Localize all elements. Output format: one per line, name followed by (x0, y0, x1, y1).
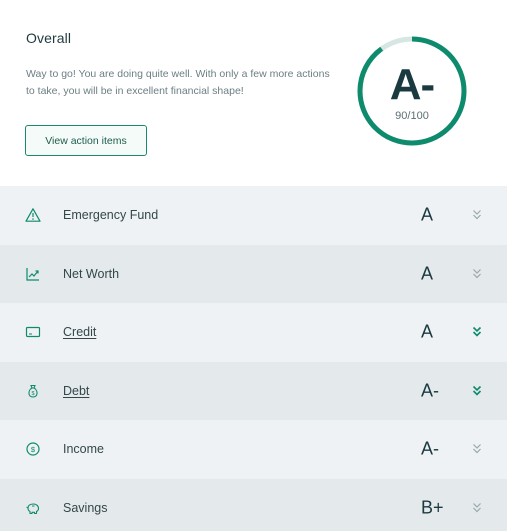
category-list: Emergency Fund A Net Worth A Credit A $ … (0, 186, 507, 531)
score-gauge: A- 90/100 (355, 34, 469, 148)
warning-triangle-icon (24, 206, 42, 224)
category-row-credit[interactable]: Credit A (0, 303, 507, 362)
overall-score: 90/100 (395, 110, 429, 122)
category-grade: A (421, 263, 434, 284)
category-row-savings[interactable]: Savings B+ (0, 478, 507, 531)
category-grade: A- (421, 380, 439, 401)
overall-grade: A- (389, 60, 435, 109)
dollar-coin-icon: $ (24, 440, 42, 458)
overall-card: Overall Way to go! You are doing quite w… (0, 0, 507, 186)
chevron-double-down-icon[interactable] (470, 384, 484, 398)
category-label: Emergency Fund (63, 208, 159, 223)
category-label: Income (63, 442, 104, 457)
category-row-income[interactable]: $ Income A- (0, 420, 507, 479)
category-label: Savings (63, 500, 108, 515)
category-grade: A (421, 321, 434, 342)
svg-text:$: $ (31, 391, 34, 397)
category-grade: A (421, 204, 434, 225)
chevron-double-down-icon[interactable] (470, 208, 484, 222)
money-bag-icon: $ (24, 382, 42, 400)
view-action-items-button[interactable]: View action items (25, 125, 147, 156)
category-grade: A- (421, 438, 439, 459)
credit-card-icon (24, 323, 42, 341)
trending-chart-icon (24, 265, 42, 283)
piggy-bank-icon (24, 499, 42, 517)
category-row-debt[interactable]: $ Debt A- (0, 361, 507, 420)
chevron-double-down-icon[interactable] (470, 325, 484, 339)
overall-description: Way to go! You are doing quite well. Wit… (26, 68, 330, 97)
category-grade: B+ (421, 497, 444, 518)
chevron-double-down-icon[interactable] (470, 501, 484, 515)
overall-title: Overall (26, 30, 72, 46)
chevron-double-down-icon[interactable] (470, 267, 484, 281)
category-label[interactable]: Debt (63, 384, 89, 398)
category-label[interactable]: Credit (63, 325, 96, 339)
chevron-double-down-icon[interactable] (470, 442, 484, 456)
category-row-emergency-fund[interactable]: Emergency Fund A (0, 186, 507, 245)
category-label: Net Worth (63, 266, 120, 281)
svg-text:$: $ (31, 445, 36, 454)
category-row-net-worth[interactable]: Net Worth A (0, 244, 507, 303)
